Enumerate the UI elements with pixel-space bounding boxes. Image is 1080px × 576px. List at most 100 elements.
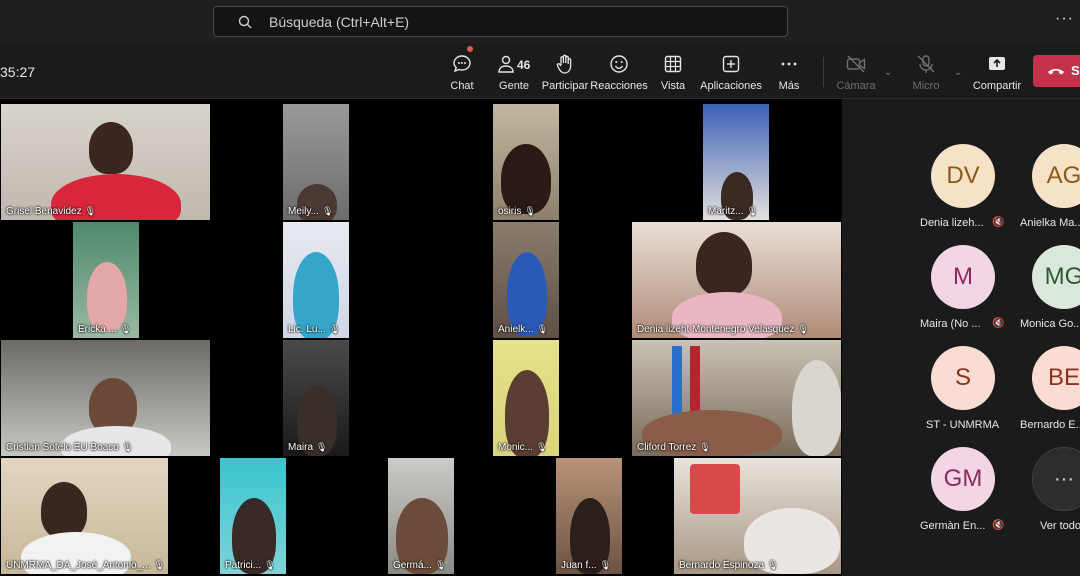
participant-name-tag: Ericka ... 🎙	[78, 324, 132, 335]
video-tile[interactable]: Maritz... 🎙	[702, 103, 770, 221]
leave-label: S	[1071, 63, 1080, 78]
more-label: Más	[778, 80, 800, 92]
title-bar: Búsqueda (Ctrl+Alt+E) ···	[0, 0, 1080, 43]
participant-name: Anielka Ma...	[1020, 217, 1080, 229]
participant-video	[690, 346, 700, 416]
video-tile[interactable]: Monic... 🎙	[492, 339, 560, 457]
more-options-icon[interactable]: ···	[1055, 10, 1073, 30]
video-tile[interactable]: Juan f... 🎙	[555, 457, 623, 575]
participant-name: Denia lizeh...	[920, 217, 984, 229]
see-all-label: Ver todo	[1040, 520, 1080, 532]
chat-icon	[453, 55, 471, 73]
mic-icon: 🎙	[328, 324, 341, 334]
participant-name: Maira (No ...	[920, 318, 981, 330]
participant-name-tag: Maira 🎙	[288, 442, 328, 453]
people-icon	[498, 55, 514, 73]
see-all-button[interactable]: ···	[1032, 447, 1080, 511]
leave-button[interactable]: S	[1033, 55, 1080, 87]
video-tile[interactable]: Patrici... 🎙	[219, 457, 287, 575]
video-tile[interactable]: Germá... 🎙	[387, 457, 455, 575]
participant-name: ST - UNMRMA	[926, 419, 1000, 431]
video-tile[interactable]: Anielk... 🎙	[492, 221, 560, 339]
avatar[interactable]: M	[931, 245, 995, 309]
avatar[interactable]: DV	[931, 144, 995, 208]
meeting-timer: 35:27	[0, 64, 36, 80]
participant-name: Germàn En...	[920, 520, 986, 532]
mic-icon: 🎙	[119, 324, 132, 334]
share-button[interactable]: Compartir	[973, 49, 1021, 95]
reactions-button[interactable]: Reacciones	[590, 49, 648, 95]
mic-icon: 🎙	[599, 560, 612, 570]
share-screen-icon	[989, 57, 1005, 70]
chat-badge	[467, 46, 473, 52]
grid-view-icon	[664, 55, 682, 73]
video-tile[interactable]: Bernardo Espinoza 🎙	[673, 457, 842, 575]
video-tile[interactable]: UNMRMA_DA_José_Antonio_... 🎙	[0, 457, 169, 575]
add-app-icon	[722, 55, 740, 73]
camera-button[interactable]: Cámara	[836, 49, 876, 95]
raise-hand-button[interactable]: Participar	[542, 49, 588, 95]
participant-name-tag: Lic. Lu... 🎙	[288, 324, 341, 335]
chat-button[interactable]: Chat	[448, 49, 476, 95]
video-tile[interactable]: Denia lizeht Montenegro Velasquez 🎙	[631, 221, 842, 339]
video-tile[interactable]: Lic. Lu... 🎙	[282, 221, 350, 339]
mic-icon: 🎙	[434, 560, 447, 570]
mic-button[interactable]: Micro	[912, 49, 940, 95]
avatar[interactable]: AG	[1032, 144, 1080, 208]
video-tile[interactable]: osiris 🎙	[492, 103, 560, 221]
participant-name-tag: Germá... 🎙	[393, 560, 447, 571]
participant-name-tag: Patrici... 🎙	[225, 560, 276, 571]
mic-icon: 🎙	[321, 206, 334, 216]
participant-video	[792, 360, 841, 456]
video-tile[interactable]: Ericka ... 🎙	[72, 221, 140, 339]
mic-off-icon	[917, 55, 935, 73]
video-grid: Grisel Benavidez 🎙 Meily... 🎙 osiris 🎙 Mari…	[0, 99, 842, 576]
avatar[interactable]: MG	[1032, 245, 1080, 309]
video-tile[interactable]: Cliford Torrez 🎙	[631, 339, 842, 457]
search-icon	[238, 15, 252, 29]
people-button[interactable]: Gente	[494, 49, 534, 95]
people-label: Gente	[499, 80, 529, 92]
mic-icon: 🎙	[536, 442, 548, 452]
avatar[interactable]: S	[931, 346, 995, 410]
mic-label: Micro	[912, 80, 940, 92]
participant-name-tag: Anielk... 🎙	[498, 324, 549, 335]
apps-button[interactable]: Aplicaciones	[700, 49, 762, 95]
participant-name-tag: Grisel Benavidez 🎙	[6, 206, 97, 217]
people-count: 46	[517, 58, 531, 72]
participant-video	[41, 482, 87, 538]
mic-options-chevron-icon[interactable]: ⌄	[954, 67, 962, 78]
mic-icon: 🎙	[524, 206, 536, 216]
mic-off-icon: 🔇	[992, 520, 1005, 531]
mic-icon: 🎙	[264, 560, 276, 570]
participant-video	[690, 464, 740, 514]
view-label: Vista	[660, 80, 686, 92]
mic-icon: 🎙	[121, 442, 134, 452]
participant-video	[501, 144, 551, 214]
raise-hand-icon	[556, 54, 572, 74]
mic-icon: 🎙	[316, 442, 328, 452]
mic-icon: 🎙	[699, 442, 711, 452]
search-placeholder: Búsqueda (Ctrl+Alt+E)	[269, 14, 410, 30]
mic-off-icon: 🔇	[992, 217, 1005, 228]
view-button[interactable]: Vista	[660, 49, 686, 95]
mic-icon: 🎙	[84, 206, 97, 216]
participant-name: Bernardo E...	[1020, 419, 1080, 431]
avatar[interactable]: GM	[931, 447, 995, 511]
participant-video	[89, 122, 133, 174]
avatar[interactable]: BE	[1032, 346, 1080, 410]
video-tile[interactable]: Meily... 🎙	[282, 103, 350, 221]
mic-off-icon: 🔇	[992, 318, 1005, 329]
camera-options-chevron-icon[interactable]: ⌄	[884, 67, 892, 78]
phone-hangup-icon	[1048, 69, 1064, 75]
mic-icon: 🎙	[797, 324, 809, 334]
more-button[interactable]: Más	[777, 49, 801, 95]
search-input[interactable]: Búsqueda (Ctrl+Alt+E)	[213, 6, 788, 37]
raise-hand-label: Participar	[541, 80, 589, 92]
ellipsis-icon	[781, 62, 797, 66]
ellipsis-icon: ···	[1054, 467, 1074, 490]
video-tile[interactable]: Grisel Benavidez 🎙	[0, 103, 211, 221]
mic-icon: 🎙	[767, 560, 779, 570]
video-tile[interactable]: Cristian Sotelo EU Boaco 🎙	[0, 339, 211, 457]
video-tile[interactable]: Maira 🎙	[282, 339, 350, 457]
